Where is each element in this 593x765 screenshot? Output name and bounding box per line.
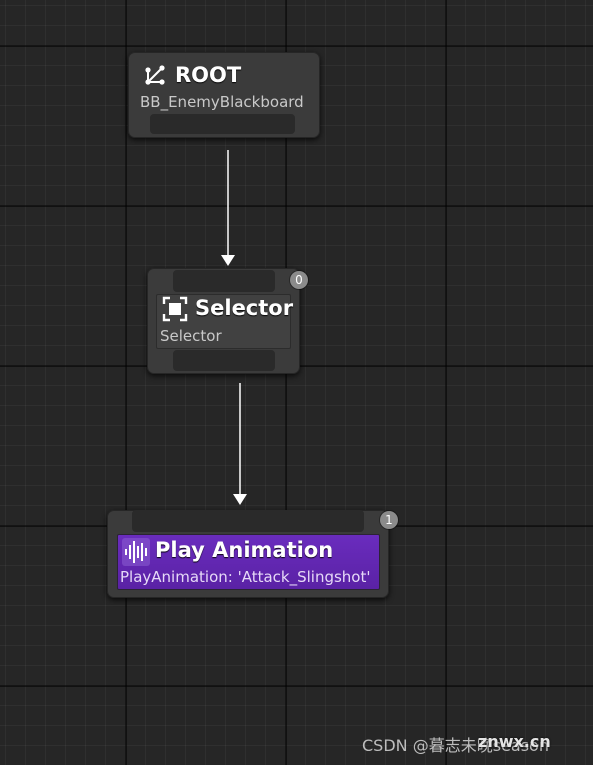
play-animation-node[interactable]: Play Animation PlayAnimation: 'Attack_Sl… <box>107 510 398 598</box>
tree-root-icon <box>144 64 166 86</box>
root-output-pin[interactable] <box>150 114 295 134</box>
selector-output-pin[interactable] <box>173 350 275 371</box>
play-animation-execution-order-badge: 1 <box>380 511 398 529</box>
root-node[interactable]: ROOT BB_EnemyBlackboard <box>128 52 320 138</box>
play-animation-node-subtitle: PlayAnimation: 'Attack_Slingshot' <box>120 568 371 586</box>
play-animation-input-pin[interactable] <box>132 510 364 532</box>
watermark-brand: znwx.cn <box>478 732 551 751</box>
wire-selector-to-play-animation-arrow <box>233 494 247 505</box>
selector-icon <box>162 296 188 322</box>
behavior-tree-graph[interactable]: ROOT BB_EnemyBlackboard Selector Selecto… <box>0 0 593 765</box>
selector-node[interactable]: Selector Selector 0 <box>147 268 308 374</box>
wire-root-to-selector-arrow <box>221 255 235 266</box>
selector-input-pin[interactable] <box>173 270 275 292</box>
selector-node-subtitle: Selector <box>160 327 222 345</box>
root-node-blackboard: BB_EnemyBlackboard <box>140 93 304 111</box>
selector-execution-order-badge: 0 <box>290 271 308 289</box>
animation-waveform-icon <box>122 538 150 566</box>
selector-node-title: Selector <box>195 296 294 320</box>
play-animation-node-title: Play Animation <box>155 538 334 562</box>
root-node-title: ROOT <box>175 63 242 87</box>
